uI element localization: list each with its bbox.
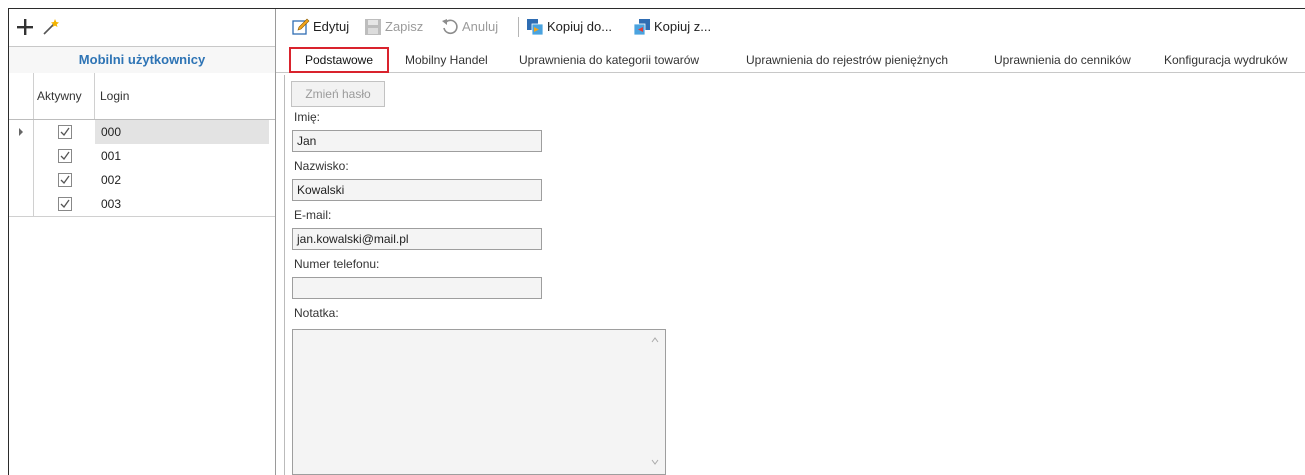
table-row[interactable]: 001	[9, 144, 275, 168]
copy-to-label: Kopiuj do...	[547, 19, 613, 34]
row-indicator	[9, 120, 34, 144]
undo-icon	[442, 19, 458, 35]
check-icon	[60, 151, 70, 161]
phone-field[interactable]	[292, 277, 542, 299]
notes-label: Notatka:	[294, 306, 339, 320]
cancel-button[interactable]: Anuluj	[441, 17, 513, 37]
current-row-arrow-icon	[19, 128, 23, 136]
toolbar-separator	[518, 17, 519, 37]
save-button[interactable]: Zapisz	[364, 17, 434, 37]
tab-podstawowe[interactable]: Podstawowe	[289, 47, 389, 73]
last-name-field[interactable]: Kowalski	[292, 179, 542, 201]
table-row[interactable]: 003	[9, 192, 275, 216]
panel-title: Mobilni użytkownicy	[9, 46, 275, 74]
table-row[interactable]: 000	[9, 120, 275, 144]
edit-icon	[292, 18, 310, 35]
login-cell[interactable]: 000	[95, 120, 269, 144]
email-field[interactable]: jan.kowalski@mail.pl	[292, 228, 542, 250]
tab-uprawnienia-kategorii-towarow[interactable]: Uprawnienia do kategorii towarów	[519, 49, 699, 71]
copy-from-label: Kopiuj z...	[654, 19, 712, 34]
column-header-login[interactable]: Login	[96, 73, 129, 119]
login-cell[interactable]: 003	[95, 192, 269, 216]
row-indicator-header	[9, 73, 34, 119]
check-icon	[60, 175, 70, 185]
active-checkbox[interactable]	[58, 173, 72, 187]
save-icon	[365, 19, 381, 35]
main-toolbar: Edytuj Zapisz Anuluj Kopiuj do... Kopiuj…	[276, 9, 1305, 45]
phone-label: Numer telefonu:	[294, 257, 380, 271]
email-label: E-mail:	[294, 208, 332, 222]
active-checkbox[interactable]	[58, 197, 72, 211]
check-icon	[60, 127, 70, 137]
edit-label: Edytuj	[313, 19, 350, 34]
tab-content-podstawowe: Zmień hasło Imię: Jan Nazwisko: Kowalski…	[284, 75, 1305, 475]
add-icon[interactable]	[15, 17, 35, 37]
cancel-label: Anuluj	[462, 19, 499, 34]
users-panel: Mobilni użytkownicy Aktywny Login 000 00…	[9, 9, 276, 475]
active-checkbox[interactable]	[58, 149, 72, 163]
tab-bar: Podstawowe Mobilny Handel Uprawnienia do…	[276, 46, 1305, 73]
edit-button[interactable]: Edytuj	[292, 17, 356, 37]
copy-from-button[interactable]: Kopiuj z...	[633, 17, 733, 37]
app-window: Mobilni użytkownicy Aktywny Login 000 00…	[8, 8, 1305, 475]
tab-uprawnienia-rejestrow-pienieznych[interactable]: Uprawnienia do rejestrów pieniężnych	[746, 49, 948, 71]
details-area: Edytuj Zapisz Anuluj Kopiuj do... Kopiuj…	[276, 9, 1305, 475]
save-label: Zapisz	[385, 19, 424, 34]
users-grid-header: Aktywny Login	[9, 73, 275, 120]
change-password-button[interactable]: Zmień hasło	[291, 81, 385, 107]
copy-to-button[interactable]: Kopiuj do...	[526, 17, 626, 37]
tab-uprawnienia-cennikow[interactable]: Uprawnienia do cenników	[994, 49, 1131, 71]
notes-scrollbar[interactable]	[647, 330, 665, 474]
magic-wand-icon[interactable]	[41, 17, 61, 37]
chevron-down-icon[interactable]	[651, 458, 659, 466]
tab-mobilny-handel[interactable]: Mobilny Handel	[405, 49, 488, 71]
users-grid: 000 001 002 003	[9, 120, 275, 216]
chevron-up-icon[interactable]	[651, 336, 659, 344]
tab-konfiguracja-wydrukow[interactable]: Konfiguracja wydruków	[1164, 49, 1287, 71]
login-cell[interactable]: 002	[95, 168, 269, 192]
notes-field[interactable]	[292, 329, 666, 475]
copy-to-icon	[527, 19, 544, 36]
left-toolbar	[9, 9, 275, 45]
grid-divider	[9, 216, 275, 217]
active-checkbox[interactable]	[58, 125, 72, 139]
column-header-active[interactable]: Aktywny	[33, 73, 95, 119]
copy-from-icon	[633, 19, 650, 36]
last-name-label: Nazwisko:	[294, 159, 349, 173]
row-indicator	[9, 192, 34, 216]
row-indicator	[9, 144, 34, 168]
first-name-field[interactable]: Jan	[292, 130, 542, 152]
first-name-label: Imię:	[294, 110, 321, 124]
row-indicator	[9, 168, 34, 192]
login-cell[interactable]: 001	[95, 144, 269, 168]
table-row[interactable]: 002	[9, 168, 275, 192]
check-icon	[60, 199, 70, 209]
